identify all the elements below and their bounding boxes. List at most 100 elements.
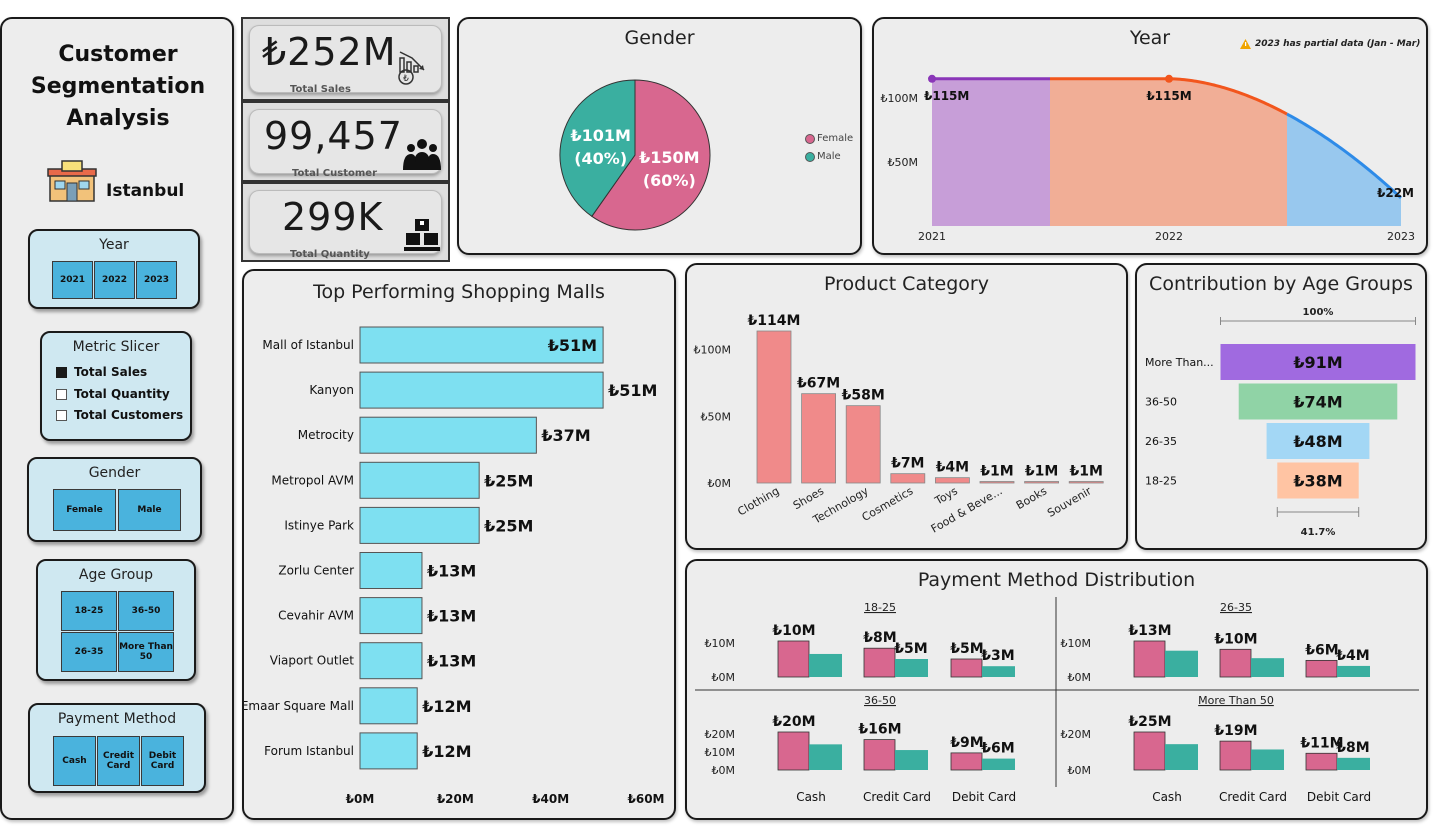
kpi-total-quantity: 299K Total Quantity	[241, 182, 450, 262]
bar-female	[777, 731, 810, 771]
y-tick-label: ₺100M	[881, 92, 919, 105]
kpi-card: 299K Total Quantity	[249, 190, 442, 260]
gender-pie-chart: ₺150M (60%) ₺101M (40%)	[559, 79, 711, 231]
gender-option-female[interactable]: Female	[53, 489, 116, 531]
metric-option-label: Total Customers	[74, 408, 184, 422]
kpi-label: Total Quantity	[290, 249, 370, 260]
data-label: ₺74M	[1293, 393, 1342, 412]
bottom-percent-label: 41.7%	[1301, 527, 1336, 538]
metric-option-quantity[interactable]: Total Quantity	[56, 387, 170, 401]
y-tick-label: ₺50M	[888, 156, 919, 169]
bar	[359, 461, 480, 499]
y-tick-label: ₺10M	[705, 637, 736, 650]
payment-option-debit-card[interactable]: Debit Card	[141, 736, 184, 786]
metric-option-customers[interactable]: Total Customers	[56, 408, 183, 422]
y-tick-label: ₺0M	[712, 764, 736, 777]
bar	[934, 477, 970, 484]
bar	[359, 642, 423, 680]
x-tick-label: ₺20M	[437, 792, 474, 806]
gender-panel: Gender ₺150M (60%) ₺101M (40%) Female Male	[457, 17, 862, 255]
bar-female	[1219, 740, 1252, 771]
year-option-2021[interactable]: 2021	[52, 261, 93, 299]
year-option-2023[interactable]: 2023	[136, 261, 177, 299]
bar-male	[895, 750, 928, 770]
bar	[1024, 481, 1060, 484]
age-option-18-25[interactable]: 18-25	[61, 591, 117, 631]
legend-item-female[interactable]: Female	[805, 133, 853, 144]
x-tick-label: Toys	[932, 484, 960, 508]
payment-option-credit-card[interactable]: Credit Card	[97, 736, 140, 786]
y-tick-label: ₺10M	[705, 746, 736, 759]
data-label: ₺4M	[936, 460, 969, 476]
data-label: ₺12M	[422, 742, 471, 761]
bar-female	[1305, 659, 1338, 678]
area-2023	[1287, 114, 1401, 226]
data-label: ₺3M	[981, 648, 1014, 664]
bar-male	[1251, 658, 1284, 677]
y-tick-label: ₺0M	[708, 477, 732, 490]
data-label: ₺25M	[1128, 714, 1171, 730]
legend-item-male[interactable]: Male	[805, 151, 841, 162]
pie-data-label: ₺101M	[570, 126, 630, 145]
x-tick-label: Credit Card	[1219, 790, 1287, 804]
data-label: ₺115M	[1146, 89, 1191, 103]
category-bar-chart: ₺114MClothing₺67MShoes₺58MTechnology₺7MC…	[694, 313, 1104, 536]
bar	[756, 330, 792, 484]
data-label: ₺115M	[924, 89, 969, 103]
pie-data-label: ₺150M	[639, 148, 699, 167]
metric-option-sales[interactable]: Total Sales	[56, 365, 147, 379]
year-panel: Year 2023 has partial data (Jan - Mar) ₺…	[872, 17, 1428, 255]
page-title: Customer Segmentation Analysis	[30, 42, 206, 131]
data-label: ₺8M	[1336, 740, 1369, 756]
y-tick-label: ₺0M	[712, 671, 736, 684]
data-label: ₺48M	[1293, 432, 1342, 451]
bar	[890, 473, 926, 484]
small-multiple-title: 26-35	[1220, 601, 1252, 614]
top-bracket	[1220, 317, 1416, 325]
category-label: 18-25	[1145, 475, 1177, 488]
legend-swatch-female	[805, 133, 815, 144]
data-label: ₺37M	[541, 426, 590, 445]
x-tick-label: Books	[1014, 484, 1049, 512]
customers-icon	[403, 139, 441, 170]
x-tick-label: Cash	[1152, 790, 1182, 804]
data-label: ₺25M	[484, 471, 533, 490]
metric-option-label: Total Quantity	[74, 387, 170, 401]
age-option-more-than-50[interactable]: More Than 50	[118, 632, 174, 672]
svg-text:₺: ₺	[403, 74, 409, 84]
data-label: ₺13M	[427, 607, 476, 626]
age-option-26-35[interactable]: 26-35	[61, 632, 117, 672]
year-option-2022[interactable]: 2022	[94, 261, 135, 299]
bar	[359, 552, 423, 589]
x-tick-label: Clothing	[735, 484, 781, 518]
gender-option-male[interactable]: Male	[118, 489, 181, 531]
data-label: ₺58M	[842, 388, 885, 404]
payment-slicer-title: Payment Method	[57, 711, 177, 727]
city-label: Istanbul	[106, 181, 185, 201]
checkbox-icon	[56, 388, 67, 400]
x-tick-label: ₺60M	[628, 792, 665, 806]
x-tick-label: Debit Card	[1307, 790, 1371, 804]
bar	[1068, 481, 1104, 484]
y-tick-label: ₺20M	[705, 728, 736, 741]
category-label: 26-35	[1145, 435, 1177, 448]
kpi-card: 99,457 Total Customer	[249, 109, 442, 179]
legend-label: Female	[817, 133, 854, 144]
x-tick-label: Cosmetics	[860, 484, 916, 524]
data-label: ₺10M	[772, 623, 815, 639]
category-label: More Than...	[1145, 356, 1214, 369]
bar	[359, 371, 604, 409]
bar-male	[809, 744, 842, 770]
bar-male	[1337, 757, 1370, 770]
bar-female	[777, 640, 810, 678]
data-label: ₺13M	[1128, 623, 1171, 639]
checkbox-checked-icon	[56, 366, 67, 378]
age-option-36-50[interactable]: 36-50	[118, 591, 174, 631]
pie-pct-label: (40%)	[574, 149, 627, 168]
data-label: ₺16M	[858, 722, 901, 738]
bar	[801, 393, 836, 484]
payment-option-cash[interactable]: Cash	[53, 736, 96, 786]
bar-female	[863, 647, 896, 678]
bar	[359, 416, 537, 454]
data-label: ₺114M	[748, 313, 801, 329]
